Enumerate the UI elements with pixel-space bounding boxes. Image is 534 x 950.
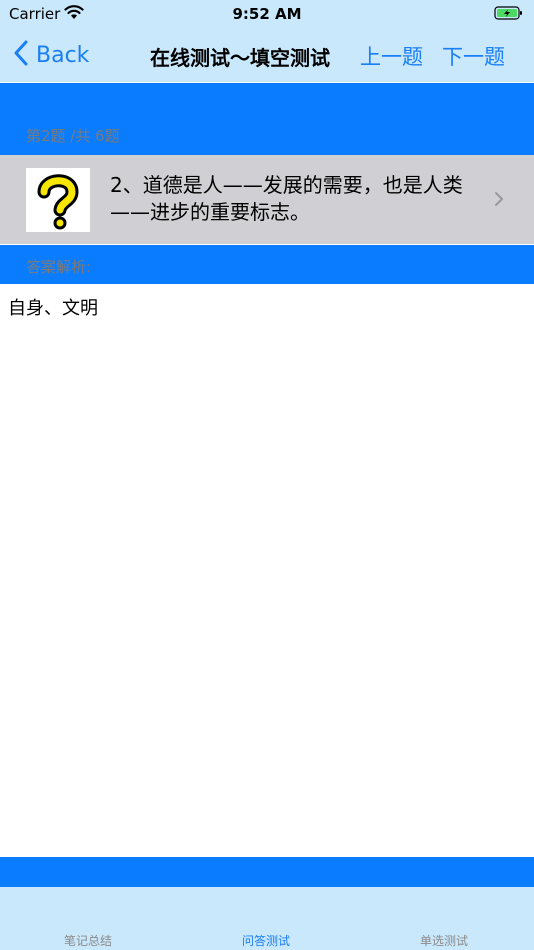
next-question-button[interactable]: 下一题 <box>442 41 505 71</box>
battery-icon <box>494 5 524 25</box>
question-counter: 第2题 /共 6题 <box>26 127 120 145</box>
navigation-bar: Back 在线测试～填空测试 上一题 下一题 <box>0 28 534 82</box>
tab-qa-test[interactable]: 问答测试 <box>206 932 326 949</box>
status-bar: Carrier 9:52 AM <box>0 0 534 28</box>
status-time: 9:52 AM <box>232 5 302 23</box>
question-text: 2、道德是人——发展的需要，也是人类——进步的重要标志。 <box>110 173 463 224</box>
answer-text: 自身、文明 <box>8 298 98 319</box>
page-title: 在线测试～填空测试 <box>150 46 330 70</box>
tab-single-choice-test[interactable]: 单选测试 <box>384 932 504 949</box>
tab-bar: 笔记总结 问答测试 单选测试 <box>0 887 534 950</box>
previous-question-button[interactable]: 上一题 <box>360 41 423 71</box>
chevron-right-icon <box>494 191 504 211</box>
back-button[interactable]: Back <box>14 40 89 70</box>
question-row[interactable]: 2、道德是人——发展的需要，也是人类——进步的重要标志。 <box>0 155 534 244</box>
tab-notes-summary[interactable]: 笔记总结 <box>28 932 148 949</box>
footer-band <box>0 857 534 887</box>
question-mark-icon <box>26 168 90 232</box>
back-chevron-icon <box>14 40 28 70</box>
back-label: Back <box>36 42 90 68</box>
answer-label: 答案解析: <box>26 258 92 276</box>
